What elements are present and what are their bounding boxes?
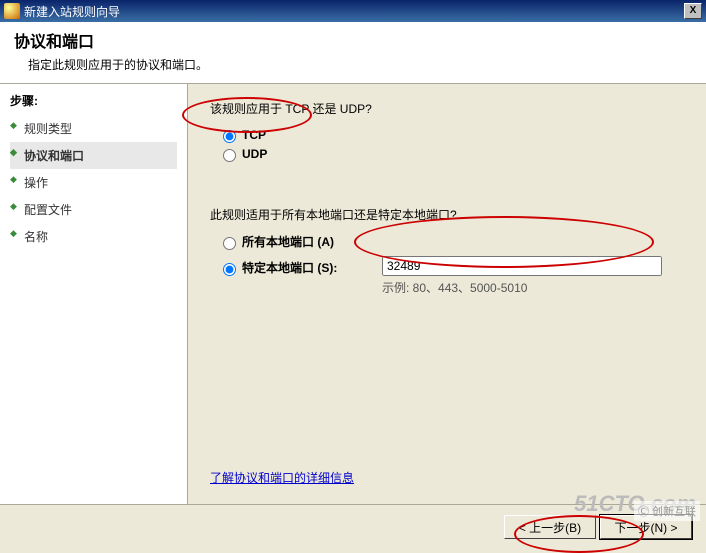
- specific-ports-label: 特定本地端口 (S):: [242, 259, 337, 276]
- wizard-icon: [4, 3, 20, 19]
- udp-radio[interactable]: [223, 149, 236, 162]
- all-ports-label: 所有本地端口 (A): [242, 233, 334, 250]
- wizard-footer: < 上一步(B) 下一步(N) > 取消: [0, 504, 706, 549]
- next-button[interactable]: 下一步(N) >: [600, 515, 692, 539]
- steps-label: 步骤:: [10, 92, 177, 109]
- learn-more-link[interactable]: 了解协议和端口的详细信息: [210, 469, 354, 486]
- page-subtitle: 指定此规则应用于的协议和端口。: [28, 56, 692, 73]
- step-rule-type[interactable]: 规则类型: [10, 115, 177, 142]
- back-button[interactable]: < 上一步(B): [504, 515, 596, 539]
- port-input[interactable]: [382, 256, 662, 276]
- step-action[interactable]: 操作: [10, 169, 177, 196]
- step-protocol-port[interactable]: 协议和端口: [10, 142, 177, 169]
- specific-ports-radio[interactable]: [223, 263, 236, 276]
- titlebar: 新建入站规则向导 X: [0, 0, 706, 22]
- window-title: 新建入站规则向导: [24, 3, 684, 20]
- tcp-label: TCP: [242, 128, 266, 142]
- port-question: 此规则适用于所有本地端口还是特定本地端口?: [210, 206, 684, 223]
- step-name[interactable]: 名称: [10, 223, 177, 250]
- port-example: 示例: 80、443、5000-5010: [382, 279, 527, 296]
- tcp-radio[interactable]: [223, 130, 236, 143]
- protocol-question: 该规则应用于 TCP 还是 UDP?: [210, 100, 684, 117]
- all-ports-radio[interactable]: [223, 237, 236, 250]
- step-profile[interactable]: 配置文件: [10, 196, 177, 223]
- wizard-content: 该规则应用于 TCP 还是 UDP? TCP UDP 此规则适用于所有本地端口还…: [188, 84, 706, 504]
- close-button[interactable]: X: [684, 3, 702, 19]
- udp-label: UDP: [242, 147, 267, 161]
- steps-sidebar: 步骤: 规则类型 协议和端口 操作 配置文件 名称: [0, 84, 188, 504]
- page-title: 协议和端口: [14, 28, 692, 52]
- wizard-header: 协议和端口 指定此规则应用于的协议和端口。: [0, 22, 706, 84]
